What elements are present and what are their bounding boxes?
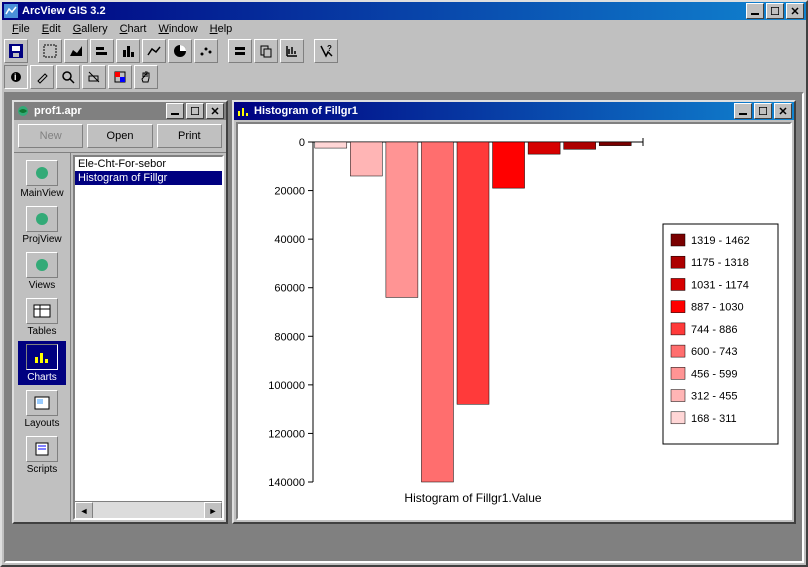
line-chart-button[interactable] [142, 39, 166, 63]
project-print-button[interactable]: Print [157, 124, 222, 148]
project-category-column: MainView ProjView Views Tables Charts La… [14, 153, 71, 522]
palette-tool[interactable] [108, 65, 132, 89]
svg-text:i: i [14, 72, 17, 82]
menu-chart[interactable]: Chart [114, 21, 153, 37]
identify-tool[interactable]: i [4, 65, 28, 89]
horizontal-scrollbar[interactable]: ◄ ► [75, 501, 222, 518]
project-item-list[interactable]: Ele-Cht-For-sebor Histogram of Fillgr ◄ … [73, 155, 224, 520]
svg-text:0: 0 [299, 137, 305, 149]
chart-canvas: 0 20000 40000 60000 80000 100000 120000 140000 H… [236, 122, 792, 520]
svg-text:312 - 455: 312 - 455 [691, 391, 737, 403]
app-icon [4, 4, 18, 18]
svg-text:Histogram of Fillgr1.Value: Histogram of Fillgr1.Value [404, 491, 541, 505]
app-close-button[interactable] [786, 3, 804, 19]
svg-text:60000: 60000 [274, 283, 305, 295]
list-item[interactable]: Ele-Cht-For-sebor [75, 157, 222, 171]
toolbar-tools: i [2, 64, 806, 90]
series-button[interactable] [280, 39, 304, 63]
cat-views[interactable]: Views [18, 249, 66, 293]
app-titlebar: ArcView GIS 3.2 [2, 2, 806, 20]
svg-text:80000: 80000 [274, 331, 305, 343]
chart-window: Histogram of Fillgr1 0 20000 40000 60000 800… [232, 100, 796, 524]
scatter-chart-button[interactable] [194, 39, 218, 63]
svg-text:168 - 311: 168 - 311 [691, 413, 737, 425]
find-button[interactable] [254, 39, 278, 63]
chart-icon [236, 104, 250, 118]
properties-button[interactable] [38, 39, 62, 63]
locate-tool[interactable] [56, 65, 80, 89]
toolbar-main: ? [2, 38, 806, 64]
cat-scripts[interactable]: Scripts [18, 433, 66, 477]
svg-text:20000: 20000 [274, 186, 305, 198]
svg-text:1319 - 1462: 1319 - 1462 [691, 235, 750, 247]
svg-text:600 - 743: 600 - 743 [691, 346, 737, 358]
project-new-button[interactable]: New [18, 124, 83, 148]
svg-text:744 - 886: 744 - 886 [691, 324, 737, 336]
svg-text:100000: 100000 [268, 380, 305, 392]
svg-text:456 - 599: 456 - 599 [691, 368, 737, 380]
project-minimize-button[interactable] [166, 103, 184, 119]
app-minimize-button[interactable] [746, 3, 764, 19]
list-item[interactable]: Histogram of Fillgr [75, 171, 222, 185]
menu-edit[interactable]: Edit [36, 21, 67, 37]
app-maximize-button[interactable] [766, 3, 784, 19]
project-window: prof1.apr New Open Print MainView ProjVi… [12, 100, 228, 524]
help-button[interactable]: ? [314, 39, 338, 63]
chart-titlebar: Histogram of Fillgr1 [234, 102, 794, 120]
project-title: prof1.apr [34, 105, 82, 117]
project-icon [16, 104, 30, 118]
column-chart-button[interactable] [116, 39, 140, 63]
scroll-left-button[interactable]: ◄ [75, 502, 93, 519]
svg-text:?: ? [327, 44, 332, 53]
edit-tool[interactable] [30, 65, 54, 89]
menu-help[interactable]: Help [204, 21, 239, 37]
undo-button[interactable] [228, 39, 252, 63]
project-open-button[interactable]: Open [87, 124, 152, 148]
pie-chart-button[interactable] [168, 39, 192, 63]
scroll-right-button[interactable]: ► [204, 502, 222, 519]
mdi-client-area: prof1.apr New Open Print MainView ProjVi… [4, 92, 804, 563]
cat-mainview[interactable]: MainView [18, 157, 66, 201]
svg-text:887 - 1030: 887 - 1030 [691, 302, 744, 314]
app-title: ArcView GIS 3.2 [22, 5, 106, 17]
menu-window[interactable]: Window [153, 21, 204, 37]
cat-charts[interactable]: Charts [18, 341, 66, 385]
chart-minimize-button[interactable] [734, 103, 752, 119]
svg-text:1031 - 1174: 1031 - 1174 [691, 279, 749, 291]
menubar: File Edit Gallery Chart Window Help [2, 20, 806, 38]
chart-maximize-button[interactable] [754, 103, 772, 119]
menu-gallery[interactable]: Gallery [67, 21, 114, 37]
project-maximize-button[interactable] [186, 103, 204, 119]
svg-text:40000: 40000 [274, 234, 305, 246]
chart-close-button[interactable] [774, 103, 792, 119]
save-button[interactable] [4, 39, 28, 63]
svg-text:140000: 140000 [268, 477, 305, 489]
svg-text:1175 - 1318: 1175 - 1318 [691, 257, 749, 269]
area-chart-button[interactable] [64, 39, 88, 63]
project-close-button[interactable] [206, 103, 224, 119]
erase-tool[interactable] [82, 65, 106, 89]
cat-projview[interactable]: ProjView [18, 203, 66, 247]
cat-layouts[interactable]: Layouts [18, 387, 66, 431]
menu-file[interactable]: File [6, 21, 36, 37]
svg-text:120000: 120000 [268, 428, 305, 440]
cat-tables[interactable]: Tables [18, 295, 66, 339]
project-titlebar: prof1.apr [14, 102, 226, 120]
chart-window-title: Histogram of Fillgr1 [254, 105, 358, 117]
bar-chart-button[interactable] [90, 39, 114, 63]
hand-tool[interactable] [134, 65, 158, 89]
